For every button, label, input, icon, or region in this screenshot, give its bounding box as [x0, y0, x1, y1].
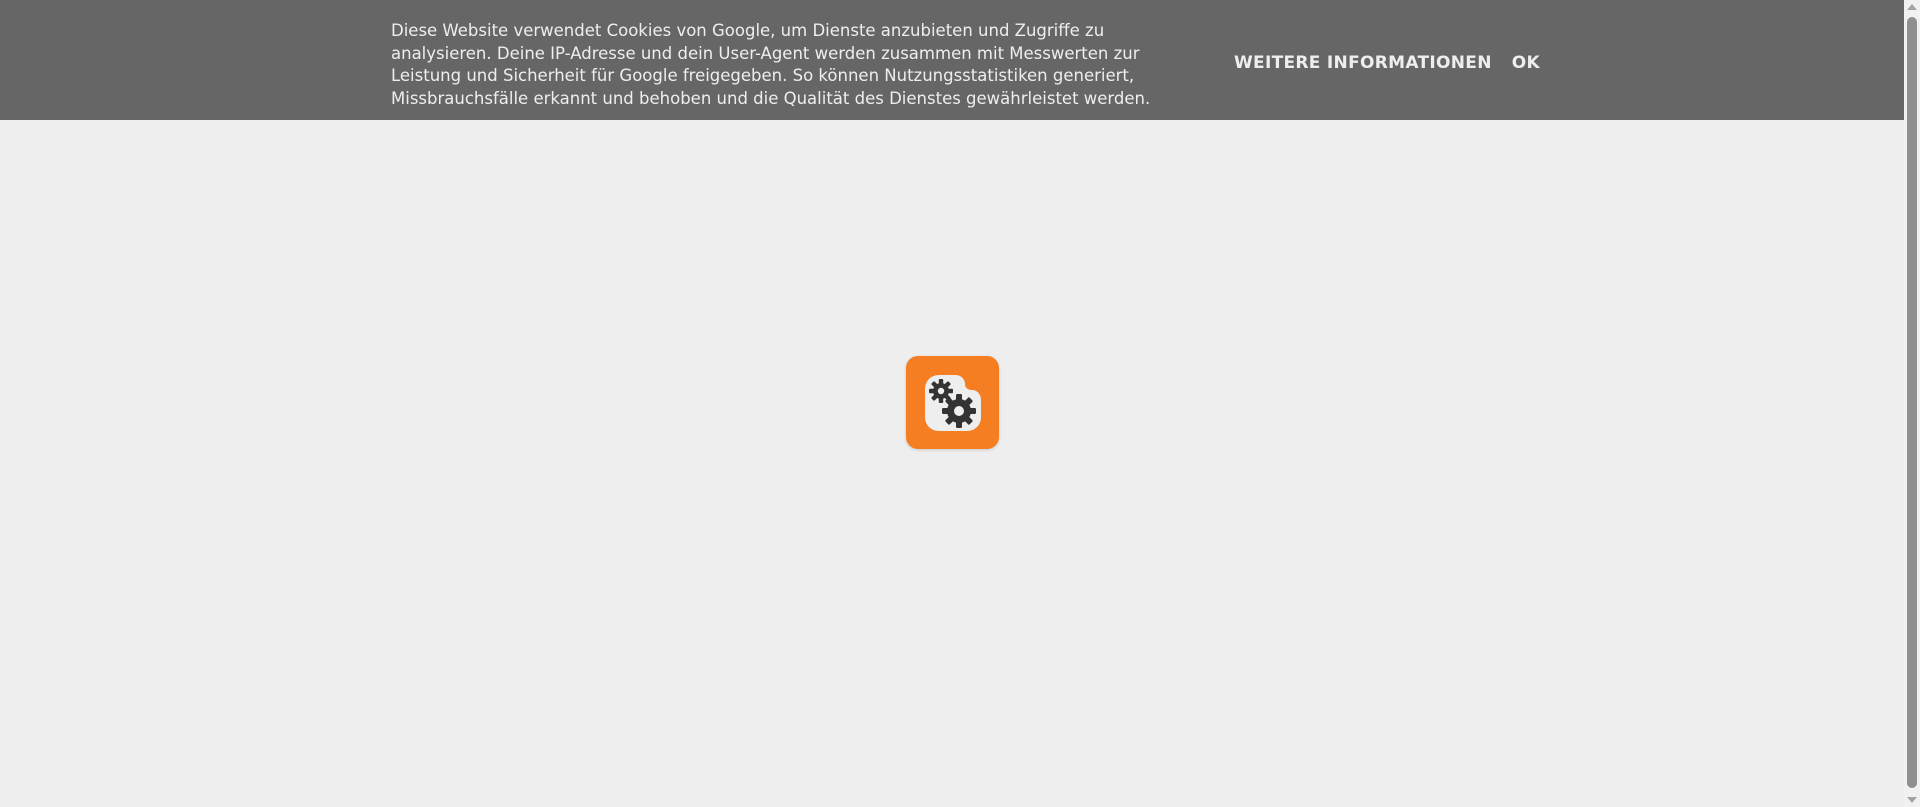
scroll-up-arrow-icon[interactable]: [1907, 4, 1917, 10]
cookie-notice-bar: Diese Website verwendet Cookies von Goog…: [0, 0, 1904, 120]
cookie-notice-actions: WEITERE INFORMATIONEN OK: [1234, 53, 1540, 73]
blogger-gears-icon: [925, 375, 981, 431]
loading-logo: [906, 356, 999, 449]
vertical-scrollbar[interactable]: [1904, 0, 1920, 807]
cookie-notice-text: Diese Website verwendet Cookies von Goog…: [391, 21, 1151, 108]
scroll-down-arrow-icon[interactable]: [1907, 797, 1917, 803]
page: Diese Website verwendet Cookies von Goog…: [0, 0, 1920, 807]
ok-button[interactable]: OK: [1512, 53, 1540, 73]
scrollbar-thumb[interactable]: [1907, 17, 1917, 788]
more-info-link[interactable]: WEITERE INFORMATIONEN: [1234, 53, 1492, 73]
